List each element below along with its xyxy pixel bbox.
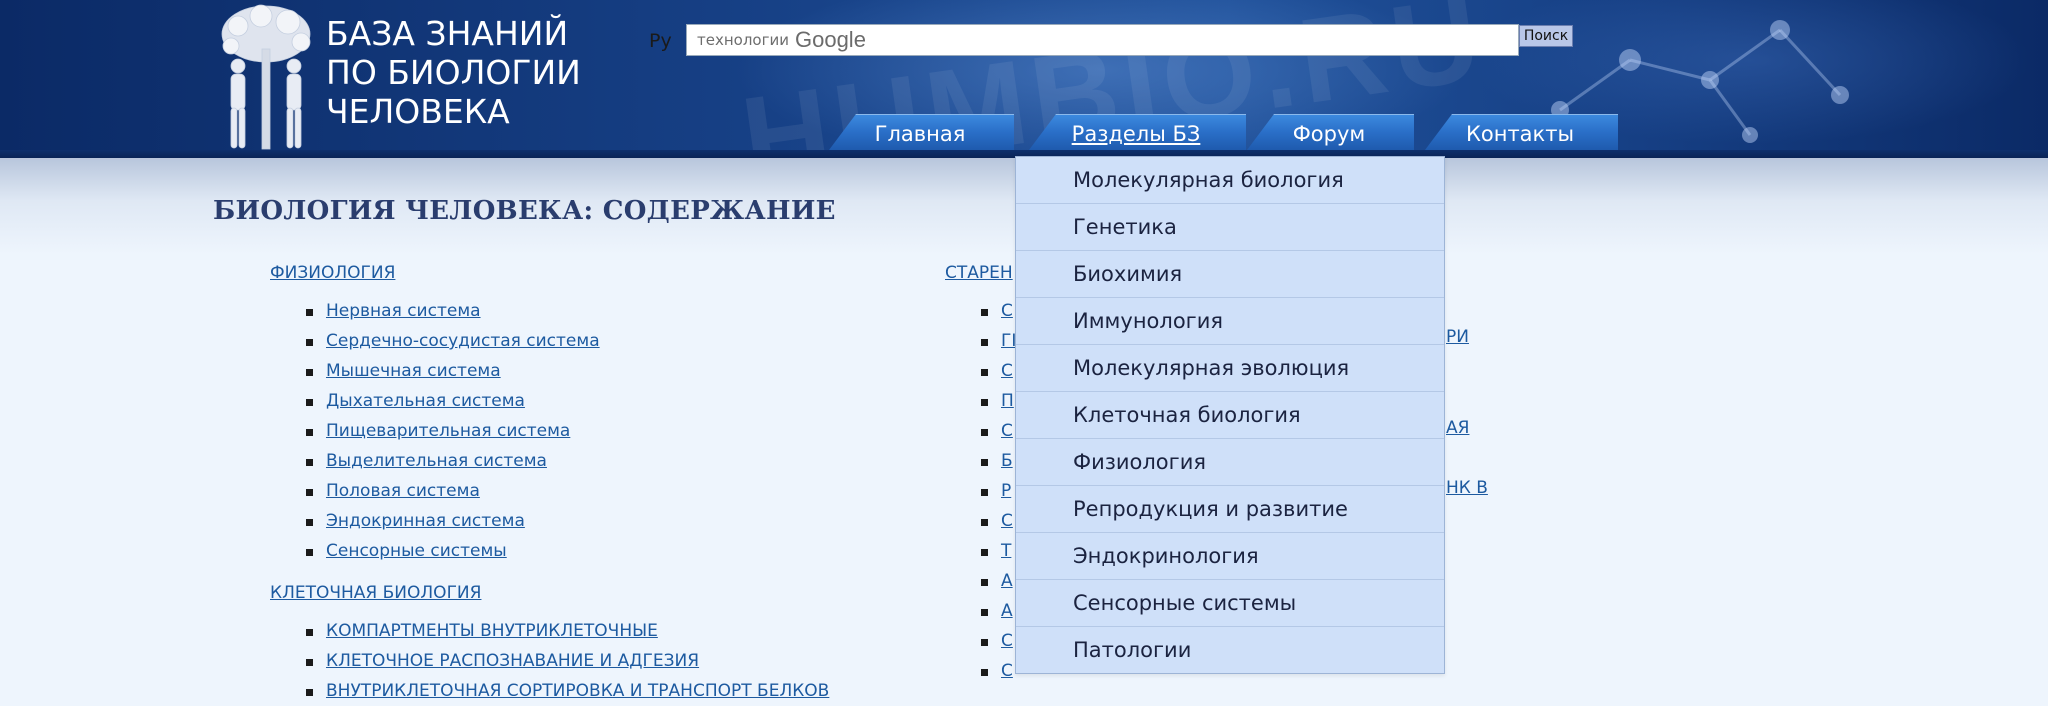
google-brand: Google xyxy=(794,27,866,52)
list-item: А xyxy=(979,596,1016,626)
list-link[interactable]: Сердечно-сосудистая система xyxy=(326,331,600,351)
list-link[interactable]: Эндокринная система xyxy=(326,511,525,531)
list-item: Эндокринная система xyxy=(304,506,600,536)
list-link[interactable]: С xyxy=(1001,361,1013,381)
list-link[interactable]: А xyxy=(1001,571,1013,591)
list-link[interactable]: Т xyxy=(1001,541,1011,561)
list-link[interactable]: Б xyxy=(1001,451,1013,471)
dropdown-item-physiology[interactable]: Физиология xyxy=(1016,439,1444,486)
site-logo-title[interactable]: БАЗА ЗНАНИЙ ПО БИОЛОГИИ ЧЕЛОВЕКА xyxy=(326,14,581,131)
list-link[interactable]: Выделительная система xyxy=(326,451,547,471)
list-item: Р xyxy=(979,476,1016,506)
nav-tab-label: Разделы БЗ xyxy=(1071,122,1201,146)
list-link[interactable]: С xyxy=(1001,661,1013,681)
list-item: Выделительная система xyxy=(304,446,600,476)
adam-eve-tree-logo-icon[interactable] xyxy=(216,4,316,152)
nav-tab-label: Главная xyxy=(874,122,966,146)
list-link[interactable]: Р xyxy=(1001,481,1011,501)
nav-tab-contacts[interactable]: Контакты xyxy=(1422,114,1618,154)
physiology-list: Нервная система Сердечно-сосудистая сист… xyxy=(304,296,600,566)
dropdown-item-biochemistry[interactable]: Биохимия xyxy=(1016,251,1444,298)
list-item: Мышечная система xyxy=(304,356,600,386)
list-item: П xyxy=(979,386,1016,416)
nav-tab-home[interactable]: Главная xyxy=(826,114,1014,154)
list-link-tail[interactable]: НК В xyxy=(1446,478,1488,498)
logo-line-2: ПО БИОЛОГИИ xyxy=(326,53,581,92)
list-link-tail[interactable]: РИ xyxy=(1446,327,1469,347)
list-link[interactable]: Дыхательная система xyxy=(326,391,525,411)
list-link[interactable]: Сенсорные системы xyxy=(326,541,507,561)
list-link[interactable]: Пищеварительная система xyxy=(326,421,570,441)
nav-tab-label: Контакты xyxy=(1465,122,1575,146)
nav-tab-sections[interactable]: Разделы БЗ xyxy=(1026,114,1246,154)
site-header: HUMBIO.RU БАЗА ЗНАНИЙ ПО БИОЛОГИИ ЧЕЛОВЕ… xyxy=(0,0,2048,158)
list-link[interactable]: Мышечная система xyxy=(326,361,501,381)
list-item: Нервная система xyxy=(304,296,600,326)
list-item: С xyxy=(979,656,1016,686)
list-link[interactable]: С xyxy=(1001,511,1013,531)
logo-line-3: ЧЕЛОВЕКА xyxy=(326,92,510,131)
list-link[interactable]: КЛЕТОЧНОЕ РАСПОЗНАВАНИЕ И АДГЕЗИЯ xyxy=(326,651,699,671)
list-link[interactable]: Половая система xyxy=(326,481,480,501)
search-placeholder: технологии xyxy=(697,31,789,49)
list-item-continuation: Б xyxy=(979,446,1016,476)
list-item: Пищеварительная система xyxy=(304,416,600,446)
aging-list: С ГІ С П С Б Р С Т А А С С xyxy=(979,296,1016,686)
list-link[interactable]: С xyxy=(1001,301,1013,321)
section-link-cell-biology[interactable]: КЛЕТОЧНАЯ БИОЛОГИЯ xyxy=(270,583,481,603)
list-item: Половая система xyxy=(304,476,600,506)
list-item: Дыхательная система xyxy=(304,386,600,416)
dropdown-item-endocrinology[interactable]: Эндокринология xyxy=(1016,533,1444,580)
dropdown-item-sensory-systems[interactable]: Сенсорные системы xyxy=(1016,580,1444,627)
list-link[interactable]: Нервная система xyxy=(326,301,481,321)
list-item: КЛЕТОЧНОЕ РАСПОЗНАВАНИЕ И АДГЕЗИЯ xyxy=(304,646,829,676)
dropdown-item-molecular-biology[interactable]: Молекулярная биология xyxy=(1016,157,1444,204)
dropdown-item-cell-biology[interactable]: Клеточная биология xyxy=(1016,392,1444,439)
search-button[interactable]: Поиск xyxy=(1519,25,1573,47)
list-item: КОМПАРТМЕНТЫ ВНУТРИКЛЕТОЧНЫЕ xyxy=(304,616,829,646)
search-input[interactable]: технологии Google xyxy=(686,24,1519,56)
list-item: С xyxy=(979,626,1016,656)
logo-line-1: БАЗА ЗНАНИЙ xyxy=(326,14,569,53)
section-link-aging[interactable]: СТАРЕН xyxy=(945,263,1013,283)
list-link[interactable]: КОМПАРТМЕНТЫ ВНУТРИКЛЕТОЧНЫЕ xyxy=(326,621,658,641)
list-link-tail[interactable]: АЯ xyxy=(1446,418,1469,438)
list-item: С xyxy=(979,296,1016,326)
list-item: А xyxy=(979,566,1016,596)
list-link[interactable]: С xyxy=(1001,631,1013,651)
dropdown-item-molecular-evolution[interactable]: Молекулярная эволюция xyxy=(1016,345,1444,392)
list-link[interactable]: ВНУТРИКЛЕТОЧНАЯ СОРТИРОВКА И ТРАНСПОРТ Б… xyxy=(326,681,829,701)
list-item: ГІ xyxy=(979,326,1016,356)
page-title: БИОЛОГИЯ ЧЕЛОВЕКА: СОДЕРЖАНИЕ xyxy=(213,196,836,226)
language-switch[interactable]: Ру xyxy=(649,30,672,52)
dropdown-item-genetics[interactable]: Генетика xyxy=(1016,204,1444,251)
nav-tab-forum[interactable]: Форум xyxy=(1244,114,1414,154)
dropdown-item-reproduction[interactable]: Репродукция и развитие xyxy=(1016,486,1444,533)
nav-tab-label: Форум xyxy=(1292,122,1366,146)
list-link[interactable]: А xyxy=(1001,601,1013,621)
list-item-continuation: С xyxy=(979,356,1016,386)
list-link[interactable]: С xyxy=(1001,421,1013,441)
list-item: Сенсорные системы xyxy=(304,536,600,566)
sections-dropdown-menu: Молекулярная биология Генетика Биохимия … xyxy=(1015,156,1445,674)
list-item: Сердечно-сосудистая система xyxy=(304,326,600,356)
list-item-continuation: С xyxy=(979,506,1016,536)
section-link-physiology[interactable]: ФИЗИОЛОГИЯ xyxy=(270,263,395,283)
list-item: С xyxy=(979,416,1016,446)
dropdown-item-pathology[interactable]: Патологии xyxy=(1016,627,1444,673)
dropdown-item-immunology[interactable]: Иммунология xyxy=(1016,298,1444,345)
list-item: ВНУТРИКЛЕТОЧНАЯ СОРТИРОВКА И ТРАНСПОРТ Б… xyxy=(304,676,829,706)
list-item: Т xyxy=(979,536,1016,566)
list-link[interactable]: П xyxy=(1001,391,1014,411)
